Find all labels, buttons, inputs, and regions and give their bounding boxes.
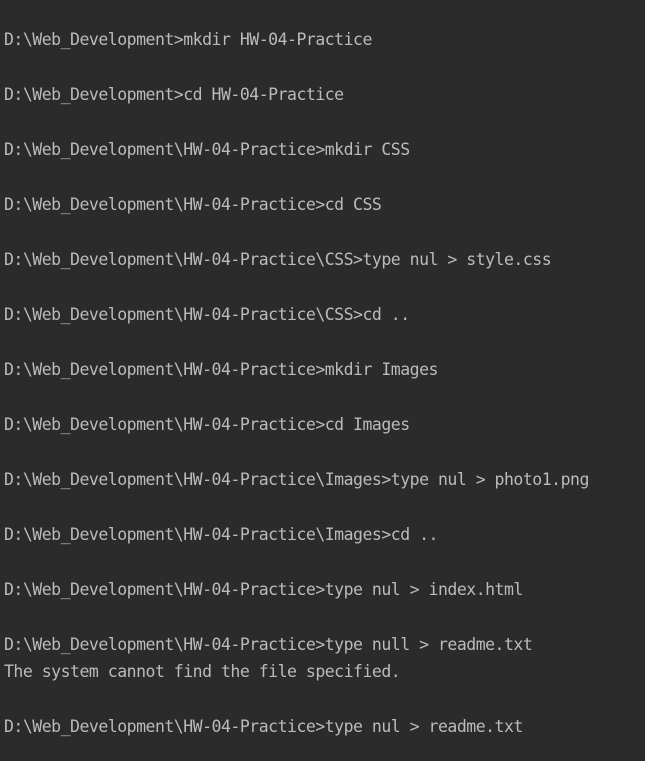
command-line: D:\Web_Development\HW-04-Practice>type n… <box>4 635 533 654</box>
command-line: D:\Web_Development\HW-04-Practice\Images… <box>4 470 589 489</box>
terminal-window[interactable]: D:\Web_Development>mkdir HW-04-Practice … <box>0 0 645 761</box>
command-line: D:\Web_Development\HW-04-Practice>mkdir … <box>4 140 410 159</box>
command-line: D:\Web_Development>cd HW-04-Practice <box>4 85 344 104</box>
command-line: D:\Web_Development\HW-04-Practice\CSS>ty… <box>4 250 552 269</box>
command-line: D:\Web_Development\HW-04-Practice>type n… <box>4 580 523 599</box>
command-line: D:\Web_Development\HW-04-Practice\CSS>cd… <box>4 305 410 324</box>
command-line: D:\Web_Development\HW-04-Practice>cd CSS <box>4 195 382 214</box>
command-line: D:\Web_Development>mkdir HW-04-Practice <box>4 30 372 49</box>
command-line: D:\Web_Development\HW-04-Practice\Images… <box>4 525 438 544</box>
error-output: The system cannot find the file specifie… <box>4 662 401 681</box>
command-line: D:\Web_Development\HW-04-Practice>cd Ima… <box>4 415 410 434</box>
command-line: D:\Web_Development\HW-04-Practice>mkdir … <box>4 360 438 379</box>
command-line: D:\Web_Development\HW-04-Practice>type n… <box>4 717 523 736</box>
